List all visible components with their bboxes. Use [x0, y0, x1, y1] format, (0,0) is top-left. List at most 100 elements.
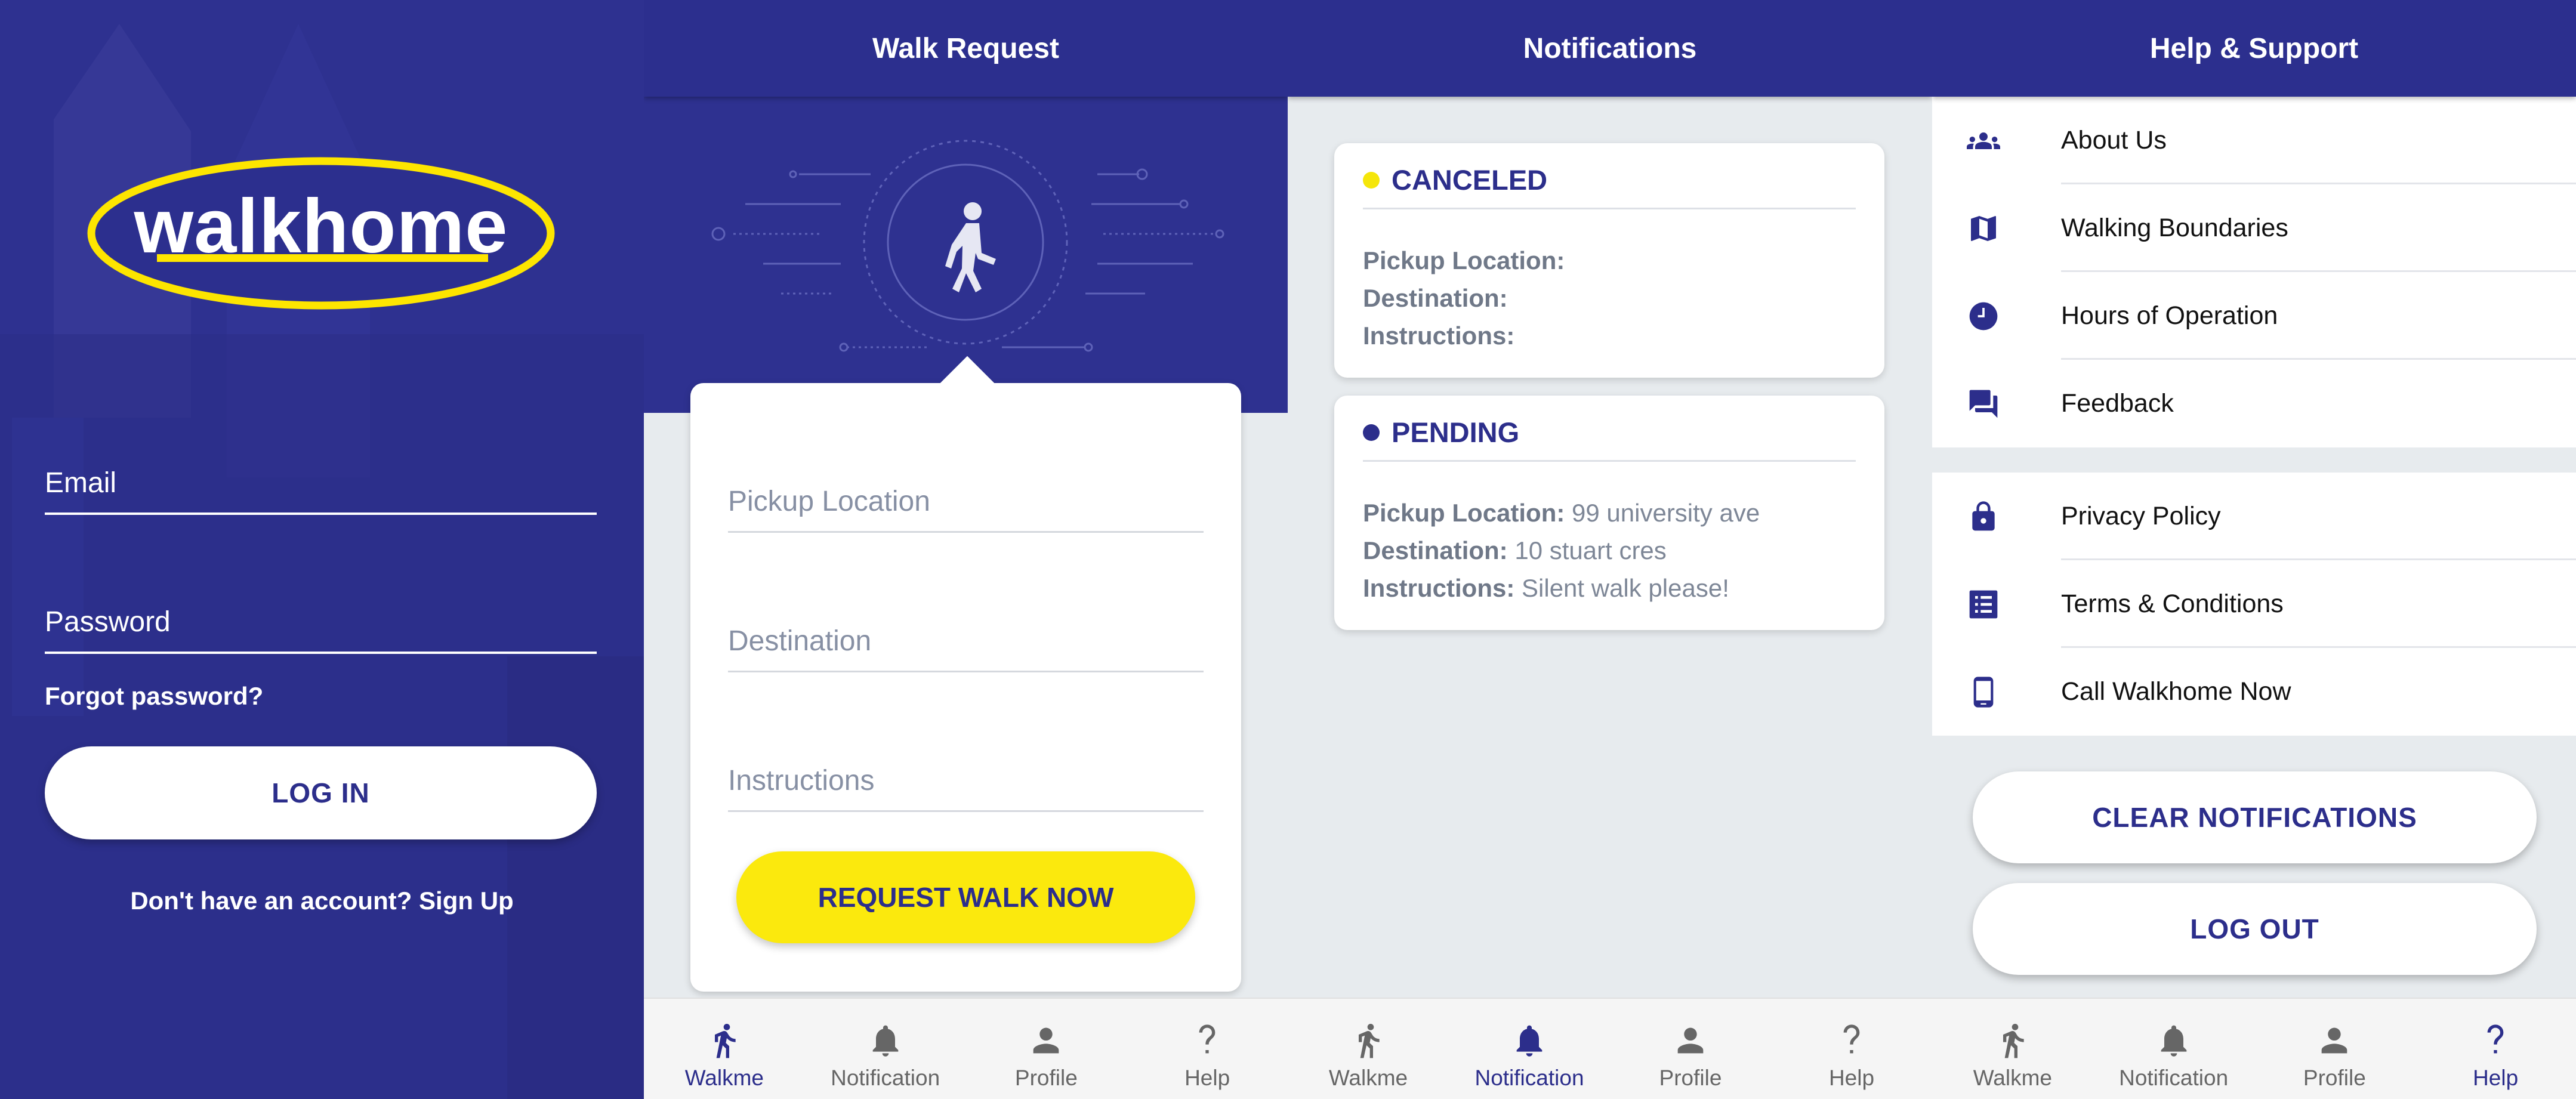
page-title: Help & Support [1932, 0, 2576, 97]
divider [1363, 208, 1856, 209]
menu-item-label: Terms & Conditions [2061, 589, 2284, 618]
logout-button[interactable]: LOG OUT [1973, 883, 2537, 975]
menu-item-terms-conditions[interactable]: Terms & Conditions [1932, 560, 2576, 648]
tab-profile[interactable]: Profile [1610, 999, 1771, 1099]
menu-item-hours-of-operation[interactable]: Hours of Operation [1932, 272, 2576, 360]
login-button[interactable]: LOG IN [45, 746, 597, 839]
menu-item-call-walkhome[interactable]: Call Walkhome Now [1932, 648, 2576, 736]
tab-label: Walkme [684, 1066, 764, 1090]
person-icon [1677, 1027, 1704, 1054]
menu-item-label: Hours of Operation [2061, 301, 2278, 330]
status-dot-blue [1363, 424, 1380, 441]
status-text: CANCELED [1392, 164, 1548, 196]
clock-icon [1969, 302, 1998, 331]
instructions-label: Instructions: [1363, 322, 1515, 350]
bottom-tab-bar: Walkme Notification Profile Help [1288, 998, 1932, 1099]
tab-help[interactable]: Help [1771, 999, 1932, 1099]
group-icon [1967, 132, 2000, 149]
tab-label: Notification [2119, 1066, 2229, 1090]
instructions-input[interactable]: Instructions [728, 764, 1204, 812]
tab-profile[interactable]: Profile [2254, 999, 2415, 1099]
question-icon [1843, 1024, 1860, 1054]
notification-card-canceled: CANCELED Pickup Location: Destination: I… [1334, 143, 1884, 378]
menu-item-label: About Us [2061, 126, 2167, 155]
tab-notification[interactable]: Notification [2093, 999, 2254, 1099]
logo-wordmark: walkhome [134, 183, 508, 269]
bottom-tab-bar: Walkme Notification Profile Help [1932, 998, 2576, 1099]
destination-value: 10 stuart cres [1514, 536, 1667, 564]
notification-card-pending: PENDING Pickup Location: 99 university a… [1334, 396, 1884, 630]
person-icon [2322, 1027, 2347, 1054]
status-text: PENDING [1392, 416, 1520, 448]
notification-details: Pickup Location: Destination: Instructio… [1363, 242, 1565, 354]
walker-icon [1359, 1024, 1380, 1058]
pickup-label: Pickup Location: [1363, 499, 1565, 527]
signup-link[interactable]: Don't have an account? Sign Up [0, 887, 644, 915]
menu-item-label: Feedback [2061, 389, 2174, 418]
help-menu-group-1: About Us Walking Boundaries Hours of Ope… [1932, 97, 2576, 447]
chat-icon [1969, 390, 1998, 418]
destination-label: Destination: [1363, 536, 1508, 564]
pickup-label: Pickup Location: [1363, 246, 1565, 274]
page-title: Walk Request [644, 0, 1288, 97]
menu-item-label: Call Walkhome Now [2061, 677, 2291, 706]
password-underline [45, 652, 597, 654]
tab-notification[interactable]: Notification [1449, 999, 1610, 1099]
tab-label: Help [1828, 1066, 1875, 1090]
help-menu-group-2: Privacy Policy Terms & Conditions Call W… [1932, 473, 2576, 736]
pickup-value: 99 university ave [1572, 499, 1760, 527]
forgot-password-link[interactable]: Forgot password? [45, 682, 263, 711]
menu-item-walking-boundaries[interactable]: Walking Boundaries [1932, 184, 2576, 272]
login-screen: walkhome Email Password Forgot password?… [0, 0, 644, 1099]
walker-figure [945, 202, 996, 292]
tab-walkme[interactable]: Walkme [1932, 999, 2093, 1099]
request-walk-button[interactable]: REQUEST WALK NOW [736, 851, 1195, 943]
menu-item-privacy-policy[interactable]: Privacy Policy [1932, 473, 2576, 560]
email-underline [45, 513, 597, 515]
menu-item-feedback[interactable]: Feedback [1932, 360, 2576, 447]
email-field[interactable]: Email [45, 467, 116, 499]
instructions-label: Instructions: [1363, 574, 1515, 602]
phone-icon [1973, 677, 1994, 708]
instructions-value: Silent walk please! [1522, 574, 1729, 602]
tab-label: Profile [2303, 1066, 2366, 1090]
list-icon [1969, 590, 1998, 619]
question-icon [2487, 1024, 2504, 1054]
tab-help[interactable]: Help [2415, 999, 2576, 1099]
menu-item-label: Privacy Policy [2061, 502, 2221, 530]
tab-help[interactable]: Help [1127, 999, 1288, 1099]
tab-notification[interactable]: Notification [805, 999, 966, 1099]
status-badge: PENDING [1363, 416, 1519, 449]
menu-item-about-us[interactable]: About Us [1932, 97, 2576, 184]
clear-notifications-button[interactable]: CLEAR NOTIFICATIONS [1973, 771, 2537, 863]
destination-label: Destination: [1363, 284, 1508, 312]
tab-label: Walkme [1973, 1066, 2052, 1090]
divider [1363, 460, 1856, 462]
password-field[interactable]: Password [45, 606, 171, 638]
page-title: Notifications [1288, 0, 1932, 97]
destination-input[interactable]: Destination [728, 625, 1204, 672]
tab-label: Profile [1014, 1066, 1078, 1090]
walkhome-logo: walkhome [87, 157, 556, 310]
tab-walkme[interactable]: Walkme [1288, 999, 1449, 1099]
bottom-tab-bar: Walkme Notification Profile Help [644, 998, 1288, 1099]
bell-icon [2161, 1025, 2186, 1057]
tab-label: Profile [1659, 1066, 1722, 1090]
person-icon [1034, 1027, 1059, 1054]
tab-label: Help [1184, 1066, 1230, 1090]
map-icon [1971, 216, 1996, 241]
status-badge: CANCELED [1363, 163, 1547, 196]
tab-label: Notification [831, 1066, 940, 1090]
logo-underline [157, 254, 488, 262]
question-icon [1199, 1024, 1215, 1054]
lock-icon [1972, 501, 1995, 531]
walker-icon [714, 1024, 736, 1058]
walker-icon [2003, 1024, 2024, 1058]
tab-walkme[interactable]: Walkme [644, 999, 805, 1099]
pickup-location-input[interactable]: Pickup Location [728, 485, 1204, 533]
bell-icon [872, 1025, 898, 1057]
tab-label: Notification [1474, 1066, 1584, 1090]
tab-profile[interactable]: Profile [966, 999, 1127, 1099]
status-dot-yellow [1363, 171, 1380, 189]
bell-icon [1516, 1025, 1542, 1057]
